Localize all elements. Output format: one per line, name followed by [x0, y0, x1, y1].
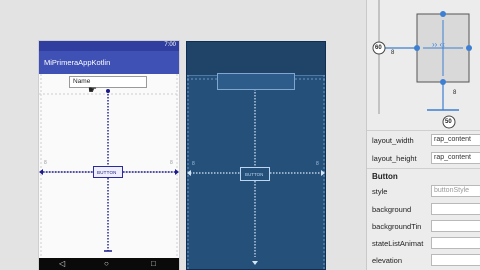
- app-bar: MiPrimeraAppKotlin: [39, 51, 179, 74]
- horizontal-chevrons-icon: ›› ‹‹: [432, 40, 445, 49]
- bottom-constraint-margin: 8: [453, 90, 457, 96]
- bottom-handle[interactable]: [440, 79, 446, 85]
- prop-row-state-list-animator[interactable]: stateListAnimat: [367, 235, 480, 252]
- blueprint-surface[interactable]: BUTTON 8 8: [186, 41, 326, 270]
- recents-nav-icon: □: [151, 259, 156, 268]
- layout-width-field[interactable]: rap_content: [431, 134, 480, 146]
- prop-label-layout-height: layout_height: [372, 154, 417, 163]
- layout-height-field[interactable]: rap_content: [431, 152, 480, 164]
- background-tint-field[interactable]: [431, 220, 480, 232]
- top-anchor[interactable]: [106, 89, 110, 93]
- blueprint-name-edittext[interactable]: [217, 73, 295, 90]
- status-bar: 7:00: [39, 41, 179, 51]
- blueprint-margin-label-right: 8: [316, 161, 319, 167]
- button-widget[interactable]: BUTTON: [93, 166, 123, 178]
- cursor-hand-icon: ☛: [88, 85, 97, 96]
- blueprint-margin-label-left: 8: [192, 161, 195, 167]
- prop-row-elevation[interactable]: elevation: [367, 252, 480, 269]
- button-widget-label: BUTTON: [97, 170, 117, 175]
- prop-row-background-tint[interactable]: backgroundTin: [367, 218, 480, 235]
- elevation-field[interactable]: [431, 254, 480, 266]
- prop-label-background: background: [372, 205, 412, 214]
- margin-label-left: 8: [44, 160, 47, 166]
- top-handle[interactable]: [440, 11, 446, 17]
- back-nav-icon: ◁: [59, 259, 66, 268]
- prop-label-elevation: elevation: [372, 256, 403, 265]
- state-list-animator-field[interactable]: [431, 237, 480, 249]
- margin-label-right: 8: [170, 160, 173, 166]
- prop-label-layout-width: layout_width: [372, 136, 414, 145]
- background-field[interactable]: [431, 203, 480, 215]
- style-field[interactable]: buttonStyle: [431, 185, 480, 197]
- app-title: MiPrimeraAppKotlin: [44, 58, 111, 67]
- left-margin-value: 60: [375, 45, 382, 51]
- blueprint-button-label: BUTTON: [245, 172, 264, 177]
- home-nav-icon: ○: [104, 259, 109, 268]
- prop-row-layout-width[interactable]: layout_width rap_content: [367, 132, 480, 149]
- left-handle[interactable]: [414, 45, 420, 51]
- blueprint-button[interactable]: BUTTON: [240, 167, 270, 181]
- name-edittext-text: Name: [73, 78, 91, 85]
- constraint-widget[interactable]: [367, 0, 480, 130]
- name-edittext[interactable]: Name: [69, 76, 147, 88]
- prop-label-state-list-animator: stateListAnimat: [372, 239, 424, 248]
- prop-row-style[interactable]: style buttonStyle: [367, 183, 480, 200]
- prop-row-background[interactable]: background: [367, 201, 480, 218]
- right-handle[interactable]: [466, 45, 472, 51]
- prop-label-style: style: [372, 187, 388, 196]
- attributes-panel: 60 50 8 8 ›› ‹‹ layout_width rap_content…: [366, 0, 480, 270]
- prop-label-background-tint: backgroundTin: [372, 222, 422, 231]
- design-surface[interactable]: 7:00 MiPrimeraAppKotlin Name ☛ BUTTON 8 …: [39, 41, 179, 270]
- blueprint-status-bar: [187, 42, 325, 52]
- bias-value: 50: [445, 119, 452, 125]
- section-title-button: Button: [372, 172, 398, 181]
- prop-row-layout-height[interactable]: layout_height rap_content: [367, 150, 480, 167]
- status-time: 7:00: [164, 42, 176, 48]
- navigation-bar: ◁ ○ □: [39, 258, 179, 270]
- left-constraint-margin: 8: [391, 50, 395, 56]
